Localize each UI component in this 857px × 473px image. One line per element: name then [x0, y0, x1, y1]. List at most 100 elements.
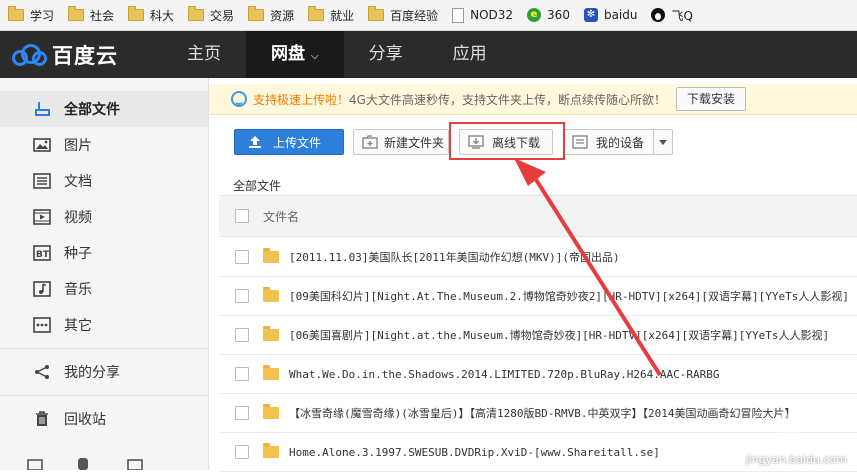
- bookmark-nod32[interactable]: NOD32: [452, 7, 514, 23]
- folder-icon: [248, 6, 265, 21]
- bookmark-label: NOD32: [470, 8, 514, 22]
- sidebar-item-label: 我的分享: [64, 365, 120, 381]
- folder-icon: [68, 6, 85, 21]
- penguin-icon: [651, 8, 666, 22]
- column-filename[interactable]: 文件名: [263, 208, 299, 225]
- sidebar-bottom-icons: [0, 456, 208, 471]
- bookmark-keda[interactable]: 科大: [128, 6, 175, 24]
- notice-text: 支持极速上传啦！4G大文件高速秒传，支持文件夹上传，断点续传随心所欲！: [253, 91, 666, 108]
- bookmark-label: 资源: [270, 8, 295, 23]
- row-checkbox[interactable]: [235, 250, 249, 264]
- select-all-checkbox[interactable]: [235, 209, 249, 223]
- torrent-icon: BT: [33, 244, 51, 262]
- upload-icon: [247, 135, 263, 149]
- music-icon: [33, 280, 51, 298]
- my-devices-button[interactable]: 我的设备: [563, 129, 673, 155]
- row-checkbox[interactable]: [235, 328, 249, 342]
- file-name[interactable]: What.We.Do.in.the.Shadows.2014.LIMITED.7…: [289, 368, 719, 381]
- row-checkbox[interactable]: [235, 289, 249, 303]
- folder-icon: [263, 404, 279, 419]
- folder-icon: [188, 6, 205, 21]
- sidebar-item-label: 全部文件: [64, 102, 120, 118]
- download-install-button[interactable]: 下载安装: [675, 87, 746, 111]
- video-icon: [33, 208, 51, 226]
- nav-share[interactable]: 分享: [344, 31, 428, 78]
- folder-icon: [263, 287, 279, 302]
- sidebar-item-label: 图片: [64, 138, 92, 154]
- sidebar-item-label: 文档: [64, 174, 92, 190]
- my-devices-label: 我的设备: [596, 135, 645, 150]
- table-row[interactable]: What.We.Do.in.the.Shadows.2014.LIMITED.7…: [219, 355, 857, 394]
- chevron-down-icon: ⌵: [311, 51, 319, 62]
- sidebar-item-my-share[interactable]: 我的分享: [0, 354, 208, 390]
- bookmarks-bar: 学习 社会 科大 交易 资源 就业 百度经验 NOD32 e 360 ✻ baidu…: [0, 0, 857, 31]
- bookmark-baidu[interactable]: ✻ baidu: [583, 8, 637, 22]
- nav-netdisk[interactable]: 网盘 ⌵: [246, 31, 344, 78]
- upload-notice-bar: 支持极速上传啦！4G大文件高速秒传，支持文件夹上传，断点续传随心所欲！ 下载安装: [209, 84, 857, 115]
- watermark-text: jingyan.baidu.com: [745, 453, 847, 466]
- bookmark-jiuye[interactable]: 就业: [308, 6, 355, 24]
- sidebar-item-torrents[interactable]: BT 种子: [0, 235, 208, 271]
- nav-apps[interactable]: 应用: [428, 31, 512, 78]
- bookmark-baidujingyan[interactable]: 百度经验: [368, 6, 439, 24]
- sidebar-item-all-files[interactable]: 全部文件: [0, 91, 208, 127]
- file-name[interactable]: [2011.11.03]美国队长[2011年美国动作幻想(MKV)](帝国出品): [289, 249, 620, 265]
- file-name[interactable]: 【冰雪奇缘(魔雪奇缘)(冰雪皇后)】【高清1280版BD-RMVB.中英双字】【…: [289, 405, 795, 421]
- my-devices-dropdown[interactable]: [653, 130, 672, 154]
- folder-icon: [308, 6, 325, 21]
- folder-icon: [8, 6, 24, 21]
- device-icon: [572, 135, 588, 149]
- sidebar: 全部文件 图片 文档 视频 BT 种子 音乐 其它 我的分享 回收站: [0, 78, 209, 471]
- new-folder-button[interactable]: 新建文件夹: [353, 129, 449, 155]
- sidebar-item-images[interactable]: 图片: [0, 127, 208, 163]
- baiduyun-logo[interactable]: 百度云: [12, 40, 162, 70]
- sidebar-item-music[interactable]: 音乐: [0, 271, 208, 307]
- nav-label: 网盘: [271, 44, 305, 64]
- row-checkbox[interactable]: [235, 445, 249, 459]
- bookmark-label: 就业: [330, 8, 355, 23]
- nav-home[interactable]: 主页: [162, 31, 246, 78]
- table-row[interactable]: [2011.11.03]美国队长[2011年美国动作幻想(MKV)](帝国出品): [219, 238, 857, 277]
- new-folder-icon: [362, 135, 378, 149]
- sidebar-item-videos[interactable]: 视频: [0, 199, 208, 235]
- bookmark-label: 学习: [30, 8, 55, 23]
- sidebar-item-recycle-bin[interactable]: 回收站: [0, 401, 208, 437]
- nav-label: 主页: [187, 44, 221, 64]
- notice-body: 4G大文件高速秒传，支持文件夹上传，断点续传随心所欲！: [349, 92, 666, 107]
- file-name[interactable]: Home.Alone.3.1997.SWESUB.DVDRip.XviD-[ww…: [289, 446, 660, 459]
- sidebar-item-label: 音乐: [64, 282, 92, 298]
- bookmark-label: 百度经验: [390, 8, 439, 23]
- image-icon: [33, 136, 51, 154]
- folder-icon: [263, 365, 279, 380]
- table-row[interactable]: [06美国喜剧片][Night.at.the.Museum.博物馆奇妙夜][HR…: [219, 316, 857, 355]
- row-checkbox[interactable]: [235, 406, 249, 420]
- file-name[interactable]: [06美国喜剧片][Night.at.the.Museum.博物馆奇妙夜][HR…: [289, 327, 829, 343]
- svg-text:BT: BT: [36, 250, 50, 260]
- upload-button[interactable]: 上传文件: [234, 129, 344, 155]
- sidebar-item-other[interactable]: 其它: [0, 307, 208, 343]
- bookmark-label: 社会: [90, 8, 115, 23]
- sidebar-item-label: 视频: [64, 210, 92, 226]
- more-icon: [33, 316, 51, 334]
- offline-download-highlight-box: [449, 122, 565, 160]
- table-row[interactable]: [09美国科幻片][Night.At.The.Museum.2.博物馆奇妙夜2]…: [219, 277, 857, 316]
- sidebar-item-label: 其它: [64, 318, 92, 334]
- app-header: 百度云 主页 网盘 ⌵ 分享 应用: [0, 31, 857, 78]
- bookmark-360[interactable]: e 360: [527, 8, 570, 22]
- bookmark-label: 科大: [150, 8, 175, 23]
- bookmark-shehui[interactable]: 社会: [68, 6, 115, 24]
- sidebar-item-documents[interactable]: 文档: [0, 163, 208, 199]
- bookmark-feiq[interactable]: 飞Q: [651, 7, 693, 24]
- folder-icon: [368, 6, 385, 21]
- file-name[interactable]: [09美国科幻片][Night.At.The.Museum.2.博物馆奇妙夜2]…: [289, 288, 849, 304]
- bookmark-jiaoyi[interactable]: 交易: [188, 6, 235, 24]
- row-checkbox[interactable]: [235, 367, 249, 381]
- nav-label: 分享: [368, 44, 403, 64]
- page-icon: [452, 7, 465, 23]
- notice-highlight: 支持极速上传啦！: [253, 92, 350, 107]
- bookmark-ziyuan[interactable]: 资源: [248, 6, 295, 24]
- bookmark-label: 360: [547, 8, 570, 22]
- cloud-logo-icon: [12, 43, 47, 66]
- bookmark-label: 交易: [210, 8, 235, 23]
- bookmark-xuexi[interactable]: 学习: [8, 6, 55, 24]
